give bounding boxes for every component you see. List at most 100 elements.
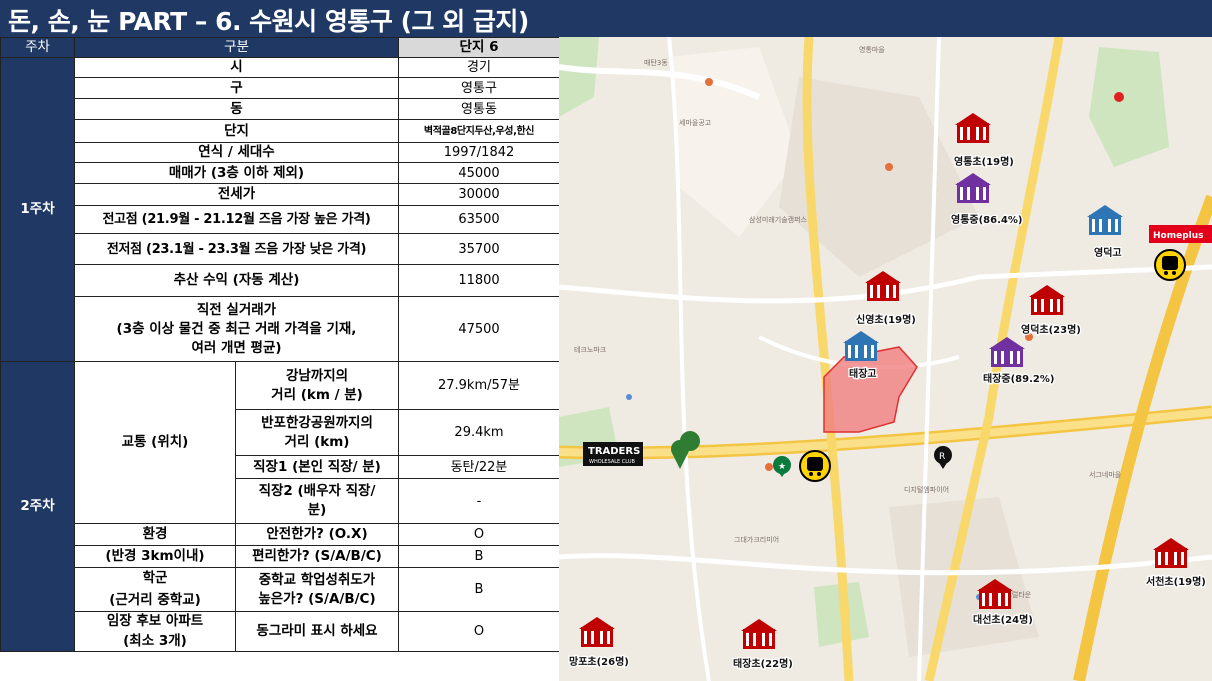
dong-label: 동 xyxy=(74,98,399,120)
map-label: 서그네마을 xyxy=(1089,470,1122,479)
school-label-seocheon-elem: 서천초(19명) xyxy=(1146,575,1206,588)
high-value: 63500 xyxy=(398,205,560,234)
poi-dot xyxy=(626,394,632,400)
candidate-group-line2: (최소 3개) xyxy=(74,631,236,652)
header-week: 주차 xyxy=(0,37,75,58)
job2-label-line1: 직장2 (배우자 직장/ xyxy=(258,483,376,499)
map-canvas: 매탄3동 세마을공고 삼성미래기술캠퍼스 테크노파크 그대가크리미어 디지털엠파… xyxy=(559,37,1212,681)
sale-label: 매매가 (3층 이하 제외) xyxy=(74,162,399,184)
mall-icon: R xyxy=(934,446,952,469)
traders-logo-subtext: WHOLESALE CLUB xyxy=(589,459,635,465)
week1-label: 1주차 xyxy=(0,57,75,362)
convenient-value: B xyxy=(398,545,560,568)
school-label: 중학교 학업성취도가 높은가? (S/A/B/C) xyxy=(235,567,399,612)
jeonse-value: 30000 xyxy=(398,183,560,206)
map-label: 그대가크리미어 xyxy=(734,535,779,544)
school-label-yeongtong-mid: 영통중(86.4%) xyxy=(951,213,1022,226)
school-label-taejang-high: 태장고 xyxy=(849,367,877,380)
gangnam-label: 강남까지의 거리 (km / 분) xyxy=(235,361,399,410)
park-area xyxy=(559,37,599,117)
week2-label: 2주차 xyxy=(0,361,75,652)
school-icon xyxy=(843,331,879,361)
svg-text:R: R xyxy=(939,452,945,462)
gangnam-label-line1: 강남까지의 xyxy=(285,367,349,384)
homeplus-logo-text: Homeplus xyxy=(1153,231,1204,241)
transport-group: 교통 (위치) xyxy=(74,361,236,524)
traders-logo-text: TRADERS xyxy=(588,446,640,457)
school-label-taejang-mid: 태장중(89.2%) xyxy=(983,372,1054,385)
traders-logo: TRADERS WHOLESALE CLUB xyxy=(583,442,643,466)
school-label-yeongtong-elem: 영통초(19명) xyxy=(954,155,1014,168)
school-label-daeseon-elem: 대선초(24명) xyxy=(973,613,1033,626)
gu-label: 구 xyxy=(74,77,399,99)
profit-value: 11800 xyxy=(398,264,560,297)
safe-value: O xyxy=(398,523,560,546)
poi-dot xyxy=(705,78,713,86)
school-value: B xyxy=(398,567,560,612)
school-icon xyxy=(1153,538,1189,568)
candidate-value: O xyxy=(398,611,560,652)
banpo-value: 29.4km xyxy=(398,409,560,456)
recent-label-line3: 여러 개면 평균) xyxy=(191,339,282,356)
header-category: 구분 xyxy=(74,37,399,58)
school-label-line1: 중학교 학업성취도가 xyxy=(258,571,376,588)
school-label-yeongdeok-high: 영덕고 xyxy=(1094,246,1122,259)
header-complex: 단지 6 xyxy=(398,37,560,58)
school-icon xyxy=(865,271,901,301)
candidate-label: 동그라미 표시 하세요 xyxy=(235,611,399,652)
road xyxy=(559,553,1212,576)
si-value: 경기 xyxy=(398,57,560,78)
school-label-yeongdeok-elem: 영덕초(23명) xyxy=(1021,323,1081,336)
poi-dot xyxy=(885,163,893,171)
low-label: 전저점 (23.1월 - 23.3월 즈음 가장 낮은 가격) xyxy=(74,233,399,265)
school-icon xyxy=(1029,285,1065,315)
candidate-group-line1: 임장 후보 아파트 xyxy=(74,611,236,632)
svg-text:★: ★ xyxy=(778,462,786,472)
school-icon xyxy=(741,619,777,649)
profit-label: 추산 수익 (자동 계산) xyxy=(74,264,399,297)
school-group-line2: (근거리 중학교) xyxy=(74,589,236,612)
job1-value: 동탄/22분 xyxy=(398,455,560,479)
hospital-dot xyxy=(1114,92,1124,102)
gangnam-value: 27.9km/57분 xyxy=(398,361,560,410)
page-title: 돈, 손, 눈 PART – 6. 수원시 영통구 (그 외 급지) xyxy=(8,7,529,36)
park-area xyxy=(1089,47,1169,167)
recent-label: 직전 실거래가 (3층 이상 물건 중 최근 거래 가격을 기재, 여러 개면 … xyxy=(74,296,399,362)
checklist-table: 주차 구분 단지 6 1주차 시 경기 구 영통구 동 영통동 단지 벽적골8단… xyxy=(0,37,560,652)
low-value: 35700 xyxy=(398,233,560,265)
school-label-manpo-elem: 망포초(26명) xyxy=(569,655,629,668)
job2-label-line2: 분) xyxy=(307,502,327,518)
school-label-taejang-elem: 태장초(22명) xyxy=(733,657,793,670)
banpo-label-line2: 거리 (km) xyxy=(284,433,350,450)
dong-value: 영통동 xyxy=(398,98,560,120)
subway-station-icon xyxy=(1154,249,1186,281)
school-icon xyxy=(989,337,1025,367)
job1-label: 직장1 (본인 직장/ 분) xyxy=(235,455,399,479)
subway-station-icon xyxy=(799,450,831,482)
danji-value: 벽적골8단지두산,우성,한신 xyxy=(398,119,560,143)
poi-dot xyxy=(765,463,773,471)
map-label: 디지털엠파이어 xyxy=(904,485,949,494)
homeplus-logo: Homeplus xyxy=(1149,225,1212,243)
convenient-label: 편리한가? (S/A/B/C) xyxy=(235,545,399,568)
school-icon xyxy=(955,113,991,143)
job2-label: 직장2 (배우자 직장/ 분) xyxy=(235,478,399,524)
school-group-line1: 학군 xyxy=(74,567,236,590)
title-bar: 돈, 손, 눈 PART – 6. 수원시 영통구 (그 외 급지) xyxy=(0,0,1212,37)
area-map: 매탄3동 세마을공고 삼성미래기술캠퍼스 테크노파크 그대가크리미어 디지털엠파… xyxy=(559,37,1212,681)
gangnam-label-line2: 거리 (km / 분) xyxy=(271,386,363,403)
safe-label: 안전한가? (O.X) xyxy=(235,523,399,546)
env-group-line2: (반경 3km이내) xyxy=(74,545,236,568)
si-label: 시 xyxy=(74,57,399,78)
danji-label: 단지 xyxy=(74,119,399,143)
school-label-sinyeong-elem: 신영초(19명) xyxy=(856,313,916,326)
map-label: 삼성미래기술캠퍼스 xyxy=(749,215,808,224)
banpo-label-line1: 반포한강공원까지의 xyxy=(261,414,373,431)
school-icon xyxy=(579,617,615,647)
map-label: 세마을공고 xyxy=(679,118,712,127)
year-value: 1997/1842 xyxy=(398,142,560,163)
school-icon xyxy=(955,173,991,203)
school-label-line2: 높은가? (S/A/B/C) xyxy=(258,590,376,607)
env-group-line1: 환경 xyxy=(74,523,236,546)
job2-value: - xyxy=(398,478,560,524)
